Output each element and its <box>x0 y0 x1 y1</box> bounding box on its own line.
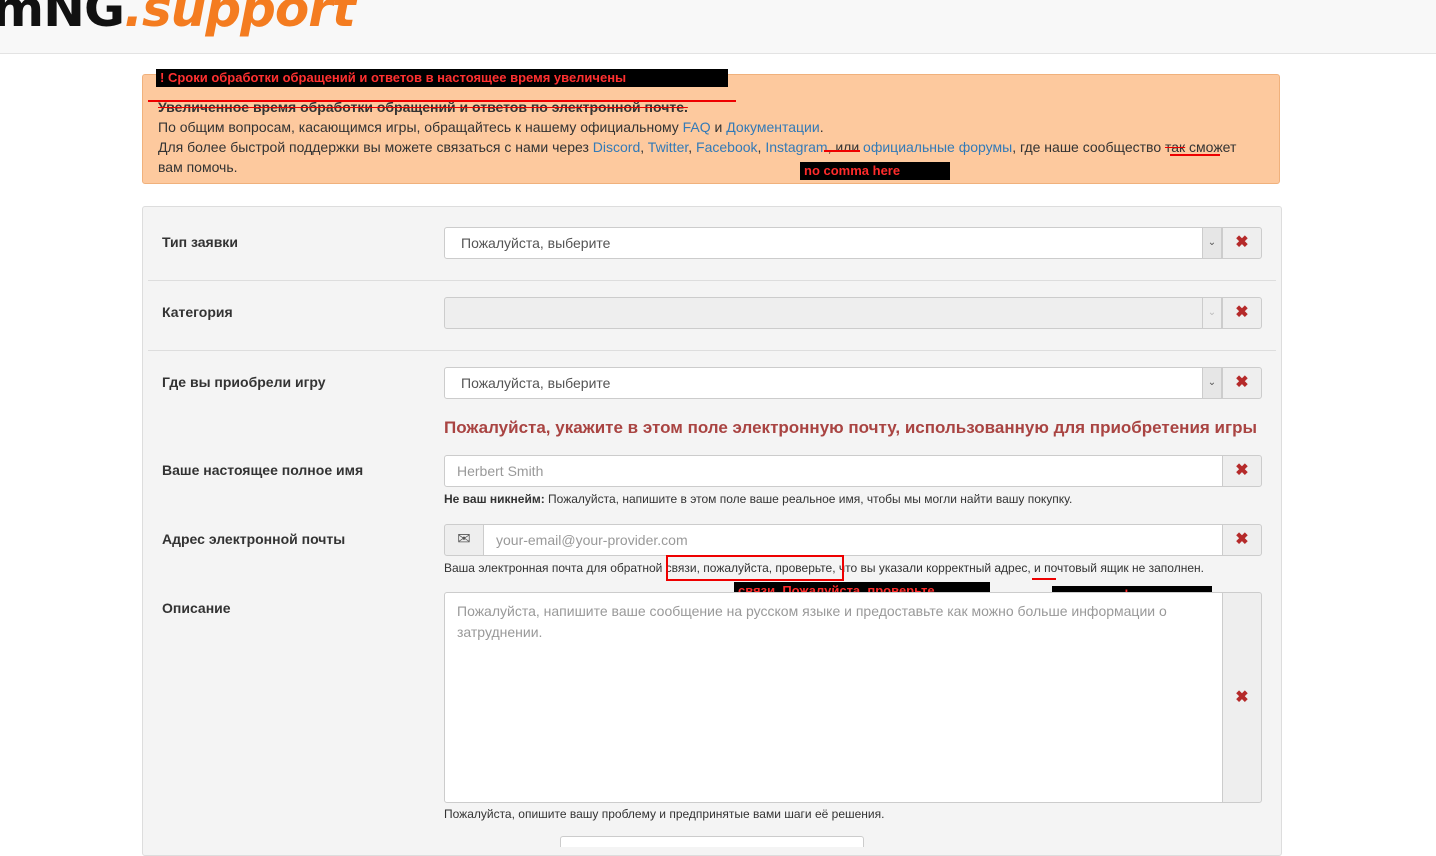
ticket-type-select[interactable]: Пожалуйста, выберите ⌄ <box>444 227 1222 259</box>
ticket-type-label: Тип заявки <box>162 234 238 250</box>
faq-prefix: По общим вопросам, касающимся игры, обра… <box>158 119 683 135</box>
annotation-underline-mark-3 <box>1032 578 1056 580</box>
clear-description-button[interactable]: ✖ <box>1222 592 1262 803</box>
category-select[interactable]: ⌄ <box>444 297 1222 329</box>
purchase-place-value: Пожалуйста, выберите <box>461 375 611 391</box>
divider <box>148 350 1276 351</box>
logo-text-main: mNG <box>0 0 125 38</box>
description-label: Описание <box>162 600 231 616</box>
contacts-mid: , где наше сообщество <box>1012 139 1165 155</box>
email-warning-title: Пожалуйста, укажите в этом поле электрон… <box>444 418 1257 437</box>
struck-word: так <box>1165 139 1186 155</box>
contacts-end: сможет <box>1185 139 1237 155</box>
email-label: Адрес электронной почты <box>162 531 346 547</box>
email-help-part: , что вы указали корректный адрес <box>832 561 1028 575</box>
alert-line-contacts: Для более быстрой поддержки вы можете св… <box>158 139 1236 155</box>
purchase-place-label: Где вы приобрели игру <box>162 374 326 390</box>
description-placeholder: Пожалуйста, напишите ваше сообщение на р… <box>457 603 1167 640</box>
clear-email-button[interactable]: ✖ <box>1222 524 1262 556</box>
contacts-prefix: Для более быстрой поддержки вы можете св… <box>158 139 593 155</box>
envelope-icon: ✉ <box>444 524 484 556</box>
submit-button[interactable] <box>560 836 864 847</box>
or-word: , или <box>827 139 864 155</box>
documentation-link[interactable]: Документации <box>726 119 819 135</box>
email-input[interactable]: your-email@your-provider.com <box>483 524 1223 556</box>
full-name-input[interactable]: Herbert Smith <box>444 455 1223 487</box>
annotation-strike-mark <box>148 100 736 102</box>
help-text: Пожалуйста, напишите в этом поле ваше ре… <box>544 492 1073 506</box>
description-help: Пожалуйста, опишите вашу проблему и пред… <box>444 807 885 821</box>
full-name-help: Не ваш никнейм: Пожалуйста, напишите в э… <box>444 492 1072 506</box>
annotation-underline-mark-2 <box>1170 154 1220 156</box>
alert-line-help: вам помочь. <box>158 159 238 175</box>
full-name-placeholder: Herbert Smith <box>457 463 544 479</box>
clear-ticket-type-button[interactable]: ✖ <box>1222 227 1262 259</box>
ticket-type-value: Пожалуйста, выберите <box>461 235 611 251</box>
instagram-link[interactable]: Instagram <box>765 139 827 155</box>
email-placeholder: your-email@your-provider.com <box>496 532 688 548</box>
purchase-place-select[interactable]: Пожалуйста, выберите ⌄ <box>444 367 1222 399</box>
annotation-underline-mark <box>824 150 860 152</box>
divider <box>148 280 1276 281</box>
notice-alert: Увеличенное время обработки обращений и … <box>142 74 1280 184</box>
twitter-link[interactable]: Twitter <box>648 139 688 155</box>
annotation-title-label: ! Сроки обработки обращений и ответов в … <box>156 69 728 87</box>
period: . <box>819 119 824 135</box>
faq-link[interactable]: FAQ <box>683 119 711 135</box>
chevron-down-icon[interactable]: ⌄ <box>1202 228 1221 258</box>
discord-link[interactable]: Discord <box>593 139 640 155</box>
alert-line-faq: По общим вопросам, касающимся игры, обра… <box>158 119 824 135</box>
chevron-down-icon[interactable]: ⌄ <box>1202 368 1221 398</box>
description-textarea[interactable]: Пожалуйста, напишите ваше сообщение на р… <box>444 592 1223 803</box>
forums-link[interactable]: официальные форумы <box>863 139 1012 155</box>
chevron-down-icon[interactable]: ⌄ <box>1202 298 1221 328</box>
clear-full-name-button[interactable]: ✖ <box>1222 455 1262 487</box>
email-help-part: , и почтовый ящик не заполнен. <box>1027 561 1204 575</box>
facebook-link[interactable]: Facebook <box>696 139 757 155</box>
category-label: Категория <box>162 304 233 320</box>
help-bold: Не ваш никнейм: <box>444 492 545 506</box>
logo-text-support: .support <box>124 0 356 38</box>
annotation-box <box>666 555 844 581</box>
site-logo[interactable]: mNG.support <box>0 0 356 38</box>
top-bar: mNG.support <box>0 0 1436 54</box>
and-word: и <box>710 119 727 135</box>
comma: , <box>640 139 648 155</box>
comma: , <box>688 139 697 155</box>
full-name-label: Ваше настоящее полное имя <box>162 462 364 478</box>
clear-category-button[interactable]: ✖ <box>1222 297 1262 329</box>
email-help-part: Ваша электронная почта для обратной <box>444 561 666 575</box>
clear-purchase-place-button[interactable]: ✖ <box>1222 367 1262 399</box>
annotation-no-comma-1: no comma here <box>800 162 950 180</box>
